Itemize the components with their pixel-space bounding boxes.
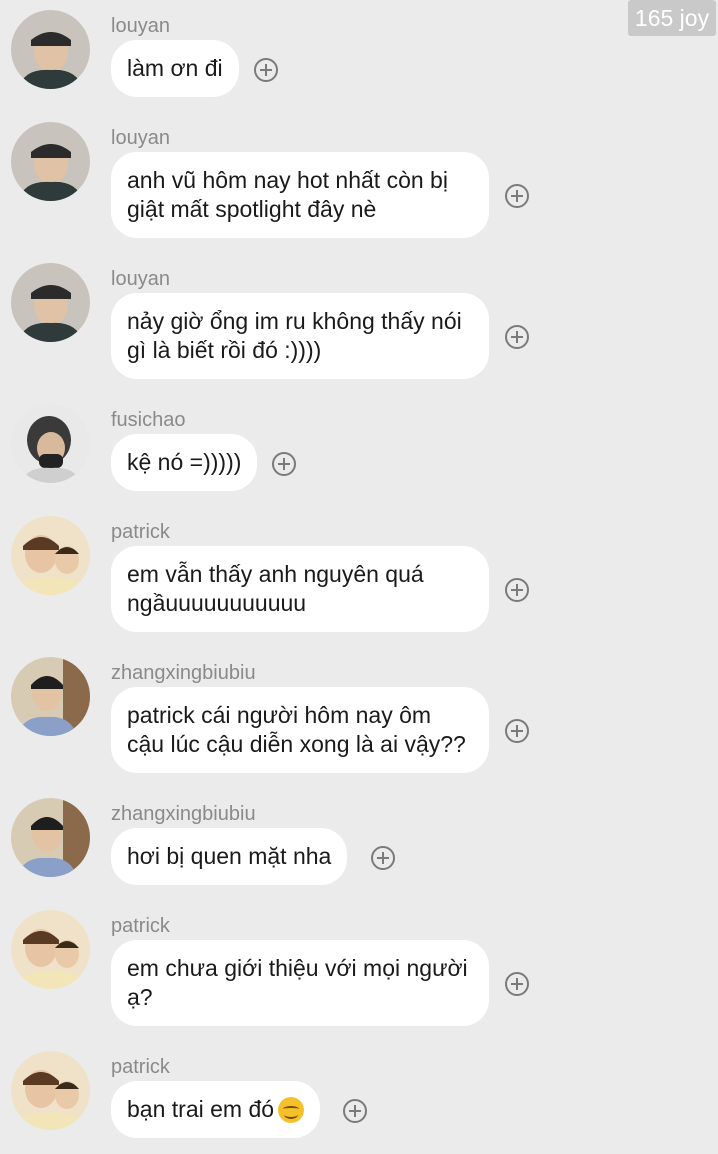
username: louyan (111, 268, 170, 290)
smiling-face-emoji-icon (278, 1097, 305, 1123)
avatar[interactable] (11, 798, 90, 877)
add-reaction-icon[interactable] (505, 972, 529, 996)
avatar[interactable] (11, 657, 90, 736)
add-reaction-icon[interactable] (505, 719, 529, 743)
message-bubble[interactable]: làm ơn đi (111, 40, 239, 97)
avatar[interactable] (11, 122, 90, 201)
avatar[interactable] (11, 516, 90, 595)
message-bubble[interactable]: em chưa giới thiệu với mọi người ạ? (111, 940, 489, 1026)
username: zhangxingbiubiu (111, 803, 256, 825)
message-bubble[interactable]: bạn trai em đó (111, 1081, 321, 1138)
add-reaction-icon[interactable] (371, 846, 395, 870)
message-bubble[interactable]: kệ nó =))))) (111, 434, 258, 491)
add-reaction-icon[interactable] (505, 578, 529, 602)
message-bubble[interactable]: em vẫn thấy anh nguyên quá ngầuuuuuuuuuu… (111, 546, 489, 632)
username: louyan (111, 15, 170, 37)
avatar[interactable] (11, 404, 90, 483)
username: patrick (111, 521, 170, 543)
username: louyan (111, 127, 170, 149)
username: patrick (111, 915, 170, 937)
add-reaction-icon[interactable] (505, 184, 529, 208)
add-reaction-icon[interactable] (272, 452, 296, 476)
add-reaction-icon[interactable] (254, 58, 278, 82)
avatar[interactable] (11, 10, 90, 89)
avatar[interactable] (11, 910, 90, 989)
username: fusichao (111, 409, 186, 431)
add-reaction-icon[interactable] (343, 1099, 367, 1123)
avatar[interactable] (11, 1051, 90, 1130)
username: zhangxingbiubiu (111, 662, 256, 684)
message-text: bạn trai em đó (127, 1096, 275, 1122)
message-bubble[interactable]: anh vũ hôm nay hot nhất còn bị giật mất … (111, 152, 489, 238)
message-bubble[interactable]: patrick cái người hôm nay ôm cậu lúc cậu… (111, 687, 489, 773)
add-reaction-icon[interactable] (505, 325, 529, 349)
username: patrick (111, 1056, 170, 1078)
watermark: 165 joy (628, 0, 716, 36)
avatar[interactable] (11, 263, 90, 342)
message-bubble[interactable]: hơi bị quen mặt nha (111, 828, 348, 885)
message-bubble[interactable]: nảy giờ ổng im ru không thấy nói gì là b… (111, 293, 489, 379)
